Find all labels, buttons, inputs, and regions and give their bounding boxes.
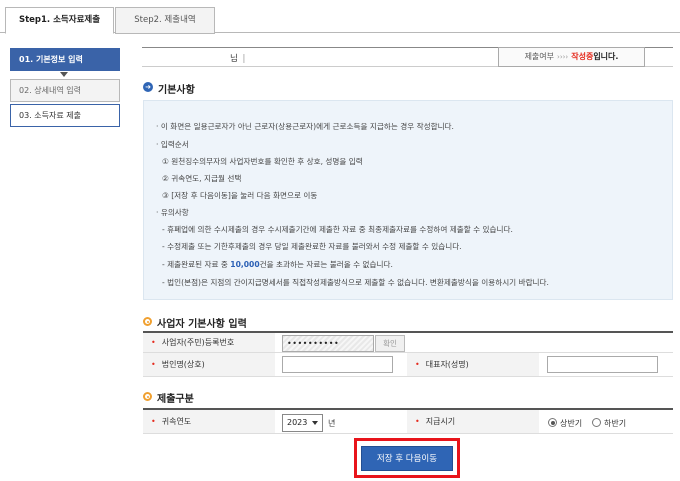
required-mark: • <box>415 417 420 426</box>
corp-name-label-text: 법인명(상호) <box>161 360 205 369</box>
step-income-submit[interactable]: 03. 소득자료 제출 <box>10 104 120 127</box>
year-label-text: 귀속연도 <box>161 417 192 426</box>
representative-label: • 대표자(성명) <box>407 353 539 376</box>
status-state: 작성중 <box>571 52 594 61</box>
submission-section-title: 제출구분 <box>157 394 194 405</box>
corp-name-input[interactable] <box>282 356 393 373</box>
status-label: 제출여부 <box>524 52 555 61</box>
basic-section-title: 기본사항 <box>158 85 195 96</box>
arrow-right-circle-icon: ➜ <box>143 82 153 92</box>
info-line: ③ [저장 후 다음이동]을 눌러 다음 화면으로 이동 <box>162 191 318 200</box>
info-line: · 유의사항 <box>156 208 189 217</box>
radio-second-half-label[interactable]: 하반기 <box>604 418 626 429</box>
corp-name-label: • 법인명(상호) <box>143 353 275 376</box>
radio-first-half-label[interactable]: 상반기 <box>560 418 582 429</box>
basic-info-box: · 이 화면은 일용근로자가 아닌 근로자(상용근로자)에게 근로소득을 지급하… <box>143 100 673 300</box>
save-and-next-button[interactable]: 저장 후 다음이동 <box>361 446 453 471</box>
info-line: ② 귀속연도, 지급월 선택 <box>162 174 242 183</box>
registration-label: • 사업자(주민)등록번호 <box>143 333 275 352</box>
business-section-title: 사업자 기본사항 입력 <box>157 319 247 330</box>
status-arrows-icon: ›››› <box>557 53 569 61</box>
year-value: 2023 <box>287 418 308 427</box>
info-line: - 법인(본점)은 지점의 간이지급명세서를 직접작성제출방식으로 제출할 수 … <box>162 278 549 287</box>
representative-input[interactable] <box>547 356 658 373</box>
year-unit: 년 <box>328 419 336 428</box>
required-mark: • <box>415 360 420 369</box>
info-line-limit: - 제출완료된 자료 중 10,000건을 초과하는 자료는 불러올 수 없습니… <box>162 259 393 270</box>
user-name: 님 | <box>230 52 245 64</box>
representative-label-text: 대표자(성명) <box>425 360 469 369</box>
radio-first-half[interactable] <box>548 418 557 427</box>
target-bullet-icon <box>143 392 152 401</box>
tab-step2-submission-history[interactable]: Step2. 제출내역 <box>115 7 215 34</box>
info-line: - 휴폐업에 의한 수시제출의 경우 수시제출기간에 제출한 자료 중 최종제출… <box>162 225 513 234</box>
limit-before: - 제출완료된 자료 중 <box>162 260 231 269</box>
step-basic-info-input[interactable]: 01. 기본정보 입력 <box>10 48 120 71</box>
form-row-corp: • 법인명(상호) • 대표자(성명) <box>143 353 673 377</box>
user-name-suffix: 님 <box>230 54 238 64</box>
chevron-down-icon <box>312 421 318 425</box>
info-line: · 입력순서 <box>156 140 189 149</box>
step-tabs: Step1. 소득자료제출 Step2. 제출내역 <box>0 0 680 34</box>
submission-status: 제출여부 ›››› 작성중입니다. <box>498 47 645 67</box>
limit-after: 건을 초과하는 자료는 불러올 수 없습니다. <box>259 260 393 269</box>
step-arrow-down-icon <box>60 72 68 77</box>
tab-step1-income-submit[interactable]: Step1. 소득자료제출 <box>5 7 114 34</box>
target-bullet-icon <box>143 317 152 326</box>
pay-period-label: • 지급시기 <box>407 410 539 433</box>
registration-number-input[interactable]: •••••••••• <box>282 335 374 352</box>
limit-highlight: 10,000 <box>230 260 260 269</box>
name-separator: | <box>242 54 246 64</box>
info-line: ① 원천징수의무자의 사업자번호를 확인한 후 상호, 성명을 입력 <box>162 157 363 166</box>
required-mark: • <box>151 338 156 347</box>
registration-label-text: 사업자(주민)등록번호 <box>161 338 235 347</box>
form-row-registration: • 사업자(주민)등록번호 •••••••••• 확인 <box>143 331 673 353</box>
form-row-submission: • 귀속연도 2023 년 • 지급시기 상반기 하반기 <box>143 408 673 434</box>
info-line: · 이 화면은 일용근로자가 아닌 근로자(상용근로자)에게 근로소득을 지급하… <box>156 122 454 131</box>
year-label: • 귀속연도 <box>143 410 275 433</box>
pay-period-label-text: 지급시기 <box>425 417 456 426</box>
info-line: - 수정제출 또는 기한후제출의 경우 당일 제출완료한 자료를 불러와서 수정… <box>162 242 462 251</box>
confirm-button[interactable]: 확인 <box>375 335 405 352</box>
radio-second-half[interactable] <box>592 418 601 427</box>
status-bar: 님 | 제출여부 ›››› 작성중입니다. <box>142 47 673 67</box>
year-select[interactable]: 2023 <box>282 414 323 432</box>
required-mark: • <box>151 360 156 369</box>
step-detail-input[interactable]: 02. 상세내역 입력 <box>10 79 120 102</box>
required-mark: • <box>151 417 156 426</box>
status-tail: 입니다. <box>593 52 619 61</box>
